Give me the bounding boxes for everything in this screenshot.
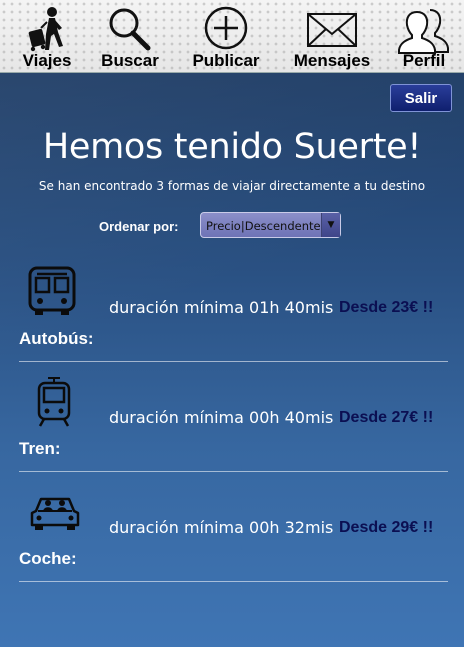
top-navigation: Viajes Buscar Publicar Mensajes Perfil bbox=[0, 0, 464, 73]
plus-circle-icon bbox=[204, 6, 248, 50]
nav-mensajes-label: Mensajes bbox=[293, 51, 371, 70]
nav-buscar-label: Buscar bbox=[101, 51, 159, 70]
nav-viajes-label: Viajes bbox=[22, 51, 72, 70]
result-divider bbox=[19, 581, 448, 582]
chevron-down-icon: ▼ bbox=[321, 213, 340, 237]
magnifier-icon bbox=[109, 8, 151, 51]
result-divider bbox=[19, 471, 448, 472]
nav-mensajes[interactable]: Mensajes bbox=[288, 0, 376, 72]
bus-icon bbox=[28, 266, 76, 315]
nav-buscar[interactable]: Buscar bbox=[97, 0, 163, 72]
page-subtitle: Se han encontrado 3 formas de viajar dir… bbox=[38, 179, 426, 193]
users-icon bbox=[398, 9, 449, 54]
result-duration: duración mínima 00h 40mis bbox=[109, 408, 334, 427]
logout-button[interactable]: Salir bbox=[390, 84, 452, 112]
result-price: Desde 27€ !! bbox=[339, 409, 434, 426]
result-mode: Coche: bbox=[19, 549, 77, 568]
result-mode: Tren: bbox=[19, 439, 61, 458]
sort-label: Ordenar por: bbox=[99, 219, 179, 234]
result-train[interactable]: duración mínima 00h 40mis Desde 27€ !! T… bbox=[0, 369, 464, 479]
results-panel: Salir Hemos tenido Suerte! Se han encont… bbox=[0, 73, 464, 647]
traveler-luggage-icon bbox=[28, 7, 63, 52]
result-car[interactable]: duración mínima 00h 32mis Desde 29€ !! C… bbox=[0, 479, 464, 589]
result-duration: duración mínima 01h 40mis bbox=[109, 298, 334, 317]
result-divider bbox=[19, 361, 448, 362]
train-icon bbox=[37, 377, 71, 427]
envelope-icon bbox=[307, 13, 357, 47]
sort-selected-value: Precio|Descendente bbox=[206, 219, 321, 233]
result-price: Desde 29€ !! bbox=[339, 519, 434, 536]
sort-select[interactable]: Precio|Descendente ▼ bbox=[200, 212, 341, 238]
nav-publicar-label: Publicar bbox=[192, 51, 260, 70]
nav-perfil[interactable]: Perfil bbox=[395, 0, 453, 72]
result-duration: duración mínima 00h 32mis bbox=[109, 518, 334, 537]
nav-viajes[interactable]: Viajes bbox=[14, 0, 80, 72]
result-price: Desde 23€ !! bbox=[339, 299, 434, 316]
result-mode: Autobús: bbox=[19, 329, 94, 348]
result-bus[interactable]: duración mínima 01h 40mis Desde 23€ !! A… bbox=[0, 259, 464, 369]
page-title: Hemos tenido Suerte! bbox=[42, 127, 422, 167]
nav-perfil-label: Perfil bbox=[402, 51, 446, 70]
car-icon bbox=[30, 497, 80, 530]
nav-publicar[interactable]: Publicar bbox=[187, 0, 265, 72]
